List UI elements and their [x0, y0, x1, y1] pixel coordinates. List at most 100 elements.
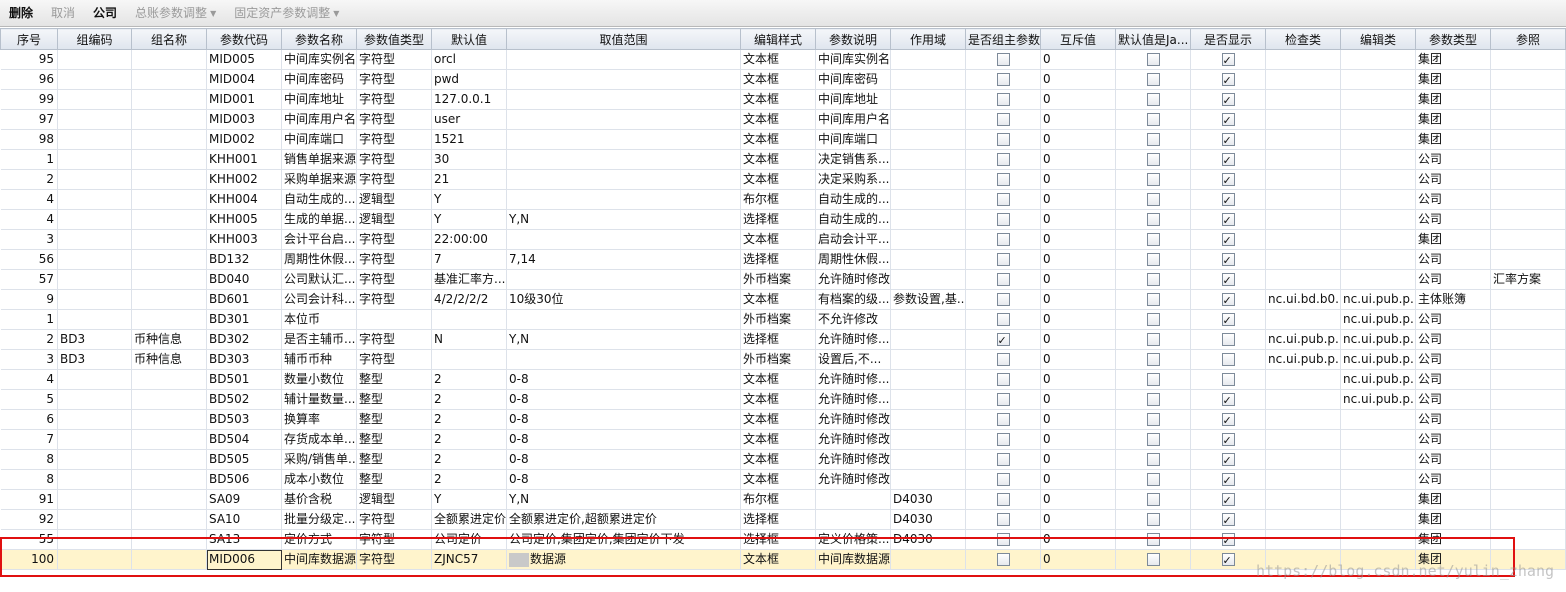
cell-gcode[interactable] — [57, 409, 132, 430]
checkbox[interactable] — [996, 133, 1010, 146]
cell-ptype[interactable]: 公司 — [1415, 309, 1491, 330]
cell-ref[interactable] — [1490, 349, 1566, 370]
cell-vtype[interactable]: 整型 — [356, 469, 432, 490]
cell-show[interactable] — [1190, 269, 1266, 290]
cell-desc[interactable]: 有档案的级... — [815, 289, 891, 310]
cell-desc[interactable]: 允许随时修改 — [815, 469, 891, 490]
cell-scope[interactable] — [890, 469, 966, 490]
cell-scope[interactable] — [890, 69, 966, 90]
cell-seq[interactable]: 4 — [0, 369, 58, 390]
cell-code[interactable]: SA13 — [206, 529, 282, 550]
cell-show[interactable] — [1190, 309, 1266, 330]
cell-scope[interactable]: 参数设置,基... — [890, 289, 966, 310]
cell-vtype[interactable] — [356, 309, 432, 330]
cell-vtype[interactable]: 字符型 — [356, 329, 432, 350]
cell-style[interactable]: 布尔框 — [740, 189, 816, 210]
cell-check[interactable] — [1265, 469, 1341, 490]
cell-name[interactable]: 采购单据来源 — [281, 169, 357, 190]
cell-main[interactable] — [965, 369, 1041, 390]
cell-seq[interactable]: 4 — [0, 209, 58, 230]
cell-def[interactable]: 2 — [431, 389, 507, 410]
cell-mutex[interactable]: 0 — [1040, 149, 1116, 170]
cell-check[interactable] — [1265, 149, 1341, 170]
table-row[interactable]: 95MID005中间库实例名字符型orcl文本框中间库实例名0集团 — [0, 49, 1566, 70]
cell-mutex[interactable]: 0 — [1040, 469, 1116, 490]
table-row[interactable]: 4KHH004自动生成的...逻辑型Y布尔框自动生成的...0公司 — [0, 189, 1566, 210]
cell-gcode[interactable] — [57, 109, 132, 130]
cell-show[interactable] — [1190, 89, 1266, 110]
cell-vtype[interactable]: 字符型 — [356, 249, 432, 270]
cell-range[interactable] — [506, 89, 741, 110]
checkbox[interactable] — [1146, 213, 1160, 226]
cell-code[interactable]: MID004 — [206, 69, 282, 90]
cell-desc[interactable]: 定义价格策... — [815, 529, 891, 550]
checkbox[interactable] — [1146, 53, 1160, 66]
checkbox[interactable] — [1221, 71, 1235, 89]
cell-range[interactable]: 10级30位 — [506, 289, 741, 310]
checkbox[interactable] — [1221, 231, 1235, 249]
checkbox[interactable] — [1221, 171, 1235, 189]
cell-gname[interactable] — [131, 129, 207, 150]
cell-ref[interactable] — [1490, 429, 1566, 450]
cell-mutex[interactable]: 0 — [1040, 509, 1116, 530]
table-row[interactable]: 3 BD3 币种信息 BD303 辅币币种 字符型 外币档案 设置后,不... 0 nc.ui.p… — [0, 349, 1566, 370]
cell-edit[interactable]: nc.ui.pub.p... — [1340, 289, 1416, 310]
cell-def[interactable]: 2 — [431, 409, 507, 430]
checkbox[interactable] — [1146, 273, 1160, 286]
cell-vtype[interactable]: 整型 — [356, 389, 432, 410]
checkbox[interactable] — [1221, 51, 1235, 69]
cell-show[interactable] — [1190, 149, 1266, 170]
cell-check[interactable] — [1265, 169, 1341, 190]
cell-java[interactable] — [1115, 509, 1191, 530]
cell-mutex[interactable]: 0 — [1040, 229, 1116, 250]
cell-style[interactable]: 文本框 — [740, 109, 816, 130]
cell-java[interactable] — [1115, 129, 1191, 150]
cell-gname[interactable] — [131, 469, 207, 490]
cell-gname[interactable] — [131, 89, 207, 110]
column-header[interactable]: 编辑类 — [1340, 28, 1416, 50]
table-row[interactable]: 6 BD503 换算率 整型 2 0-8 文本框 允许随时修改 0 公司 — [0, 409, 1566, 430]
cell-def[interactable]: Y — [431, 209, 507, 230]
cell-show[interactable] — [1190, 389, 1266, 410]
cell-show[interactable] — [1190, 229, 1266, 250]
checkbox[interactable] — [1221, 291, 1235, 309]
cell-java[interactable] — [1115, 549, 1191, 570]
cell-edit[interactable] — [1340, 449, 1416, 470]
cell-gcode[interactable] — [57, 229, 132, 250]
cell-def[interactable]: 30 — [431, 149, 507, 170]
cell-gname[interactable] — [131, 369, 207, 390]
cell-vtype[interactable]: 字符型 — [356, 289, 432, 310]
cell-range[interactable]: 全额累进定价,超额累进定价 — [506, 509, 741, 530]
cell-name[interactable]: 中间库地址 — [281, 89, 357, 110]
table-row[interactable]: 9 BD601 公司会计科... 字符型 4/2/2/2/2 10级30位 文本框 有档案的级… — [0, 289, 1566, 310]
delete-button[interactable]: 删除 — [0, 0, 42, 26]
table-row[interactable]: 1 KHH001 销售单据来源字符型 30 文本框 决定销售系... 0 公司 — [0, 149, 1566, 170]
cell-style[interactable]: 文本框 — [740, 229, 816, 250]
checkbox[interactable] — [1146, 293, 1160, 306]
cell-code[interactable]: BD302 — [206, 329, 282, 350]
cell-mutex[interactable]: 0 — [1040, 89, 1116, 110]
cell-ref[interactable] — [1490, 129, 1566, 150]
cell-range[interactable]: Y,N — [506, 209, 741, 230]
cell-name[interactable]: 中间库用户名 — [281, 109, 357, 130]
column-header[interactable]: 组编码 — [57, 28, 132, 50]
cell-scope[interactable] — [890, 409, 966, 430]
checkbox[interactable] — [1221, 411, 1235, 429]
cell-name[interactable]: 周期性休假... — [281, 249, 357, 270]
cell-show[interactable] — [1190, 69, 1266, 90]
cell-edit[interactable]: nc.ui.pub.p... — [1340, 309, 1416, 330]
cell-check[interactable] — [1265, 449, 1341, 470]
cell-show[interactable] — [1190, 349, 1266, 370]
cell-seq[interactable]: 55 — [0, 529, 58, 550]
cell-main[interactable] — [965, 149, 1041, 170]
cell-name[interactable]: 辅币币种 — [281, 349, 357, 370]
cell-seq[interactable]: 8 — [0, 449, 58, 470]
cell-edit[interactable] — [1340, 189, 1416, 210]
cell-range[interactable]: 0-8 — [506, 389, 741, 410]
cell-java[interactable] — [1115, 109, 1191, 130]
checkbox[interactable] — [996, 293, 1010, 306]
table-row[interactable]: 1 BD301 本位币 外币档案 不允许修改 0 nc.ui.pub.p...公司 — [0, 309, 1566, 330]
cell-gcode[interactable] — [57, 189, 132, 210]
cell-java[interactable] — [1115, 349, 1191, 370]
cell-seq[interactable]: 2 — [0, 329, 58, 350]
